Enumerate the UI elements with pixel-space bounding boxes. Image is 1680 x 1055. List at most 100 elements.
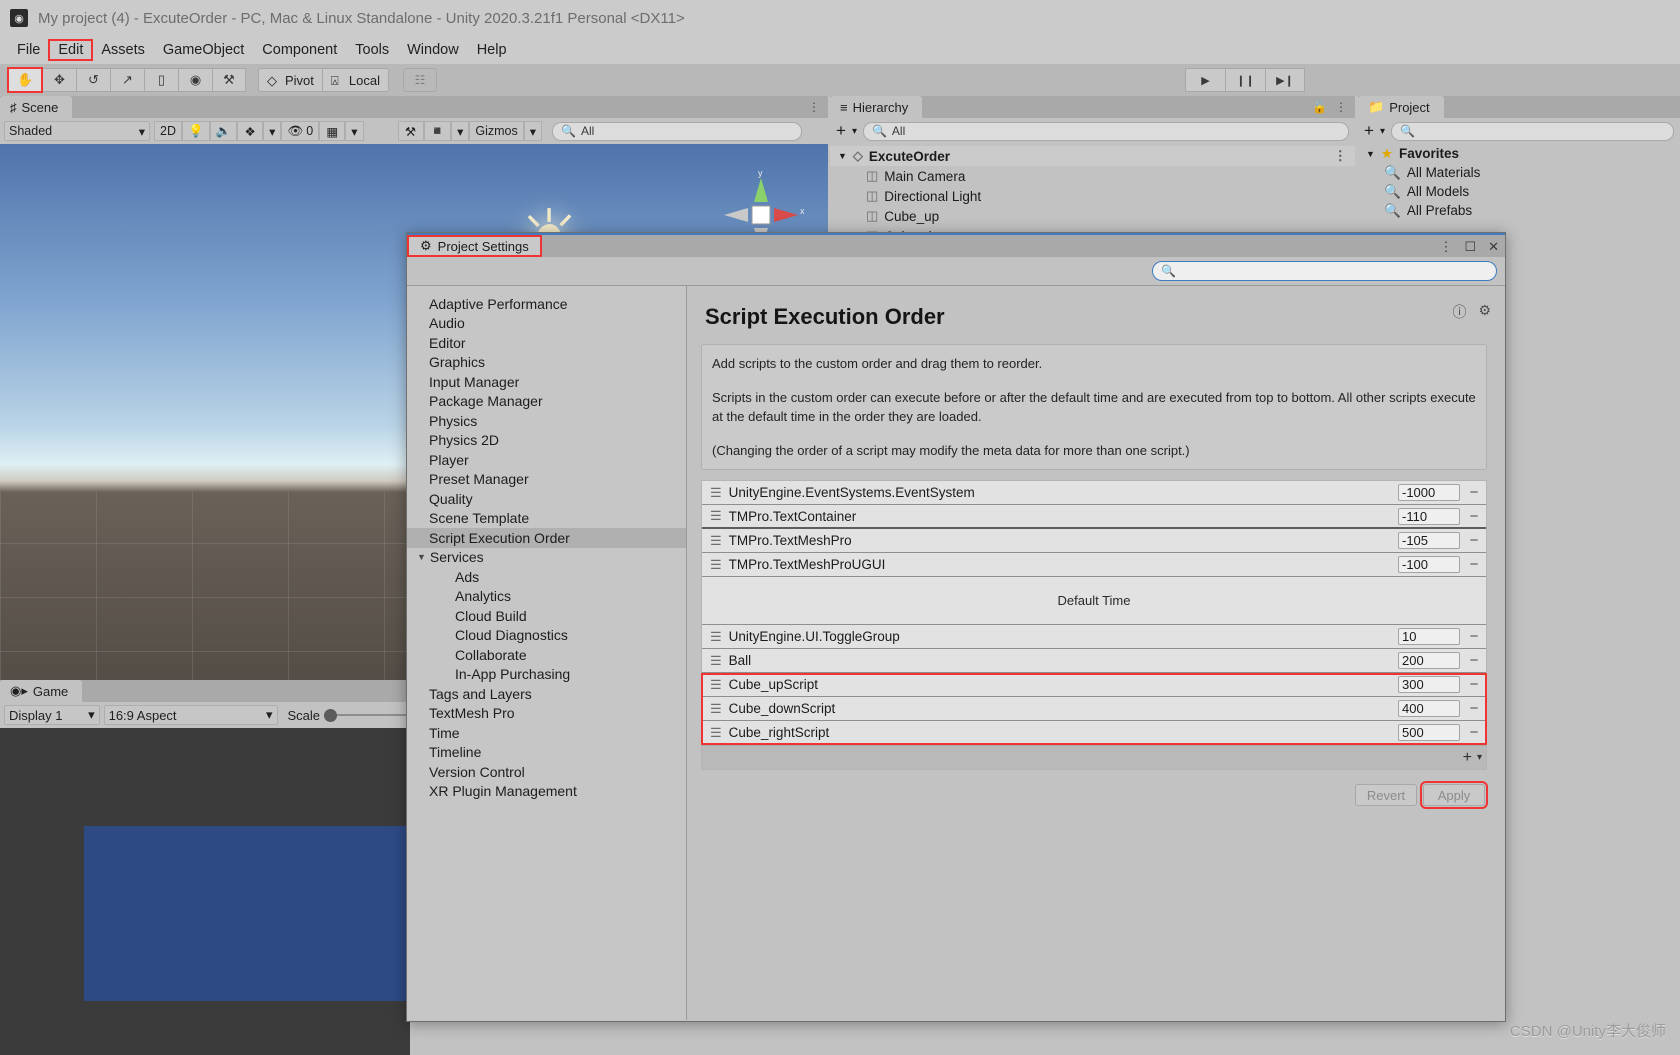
- category-ads[interactable]: Ads: [407, 567, 686, 587]
- play-button[interactable]: ▶: [1185, 68, 1225, 92]
- chevron-down-icon[interactable]: ▼: [1366, 149, 1375, 159]
- order-value-input[interactable]: -100: [1398, 556, 1460, 573]
- tab-hierarchy[interactable]: ≡ Hierarchy: [830, 96, 923, 118]
- category-physics-2d[interactable]: Physics 2D: [407, 431, 686, 451]
- gizmos-dropdown-icon[interactable]: ▾: [523, 121, 543, 141]
- category-audio[interactable]: Audio: [407, 314, 686, 334]
- camera-icon[interactable]: ◾: [423, 121, 452, 141]
- scene-search-input[interactable]: 🔍 All: [552, 121, 803, 141]
- category-cloud-build[interactable]: Cloud Build: [407, 606, 686, 626]
- order-value-input[interactable]: -105: [1398, 532, 1460, 549]
- category-time[interactable]: Time: [407, 723, 686, 743]
- revert-button[interactable]: Revert: [1355, 784, 1417, 806]
- category-script-execution-order[interactable]: Script Execution Order: [407, 528, 686, 548]
- rect-tool-icon[interactable]: ▯: [144, 68, 178, 92]
- chevron-down-icon[interactable]: ▼: [838, 151, 847, 161]
- category-textmesh-pro[interactable]: TextMesh Pro: [407, 704, 686, 724]
- lightbulb-icon[interactable]: 💡: [181, 121, 210, 141]
- hierarchy-add-button[interactable]: +: [836, 121, 846, 141]
- grid-visibility-icon[interactable]: ▦: [319, 121, 346, 141]
- step-button[interactable]: ▶❙: [1265, 68, 1305, 92]
- remove-script-icon[interactable]: −: [1466, 556, 1482, 573]
- grid-snap-icon[interactable]: ☷: [402, 68, 437, 92]
- order-value-input[interactable]: 10: [1398, 628, 1460, 645]
- drag-handle-icon[interactable]: ☰: [710, 725, 722, 741]
- settings-search-input[interactable]: 🔍: [1152, 261, 1497, 281]
- drag-handle-icon[interactable]: ☰: [710, 629, 722, 645]
- drag-handle-icon[interactable]: ☰: [710, 701, 722, 717]
- drag-handle-icon[interactable]: ☰: [710, 533, 722, 549]
- remove-script-icon[interactable]: −: [1466, 628, 1482, 645]
- remove-script-icon[interactable]: −: [1466, 508, 1482, 525]
- pivot-toggle[interactable]: ◇ Pivot: [258, 68, 322, 92]
- category-player[interactable]: Player: [407, 450, 686, 470]
- category-version-control[interactable]: Version Control: [407, 762, 686, 782]
- rotate-tool-icon[interactable]: ↺: [76, 68, 110, 92]
- category-analytics[interactable]: Analytics: [407, 587, 686, 607]
- aspect-dropdown[interactable]: 16:9 Aspect ▾: [103, 705, 278, 725]
- remove-script-icon[interactable]: −: [1466, 724, 1482, 741]
- chevron-down-icon[interactable]: ▼: [417, 552, 426, 562]
- drag-handle-icon[interactable]: ☰: [710, 557, 722, 573]
- maximize-icon[interactable]: ☐: [1464, 239, 1476, 255]
- hierarchy-item-more-icon[interactable]: ⋮: [1334, 148, 1356, 164]
- category-preset-manager[interactable]: Preset Manager: [407, 470, 686, 490]
- category-scene-template[interactable]: Scene Template: [407, 509, 686, 529]
- camera-dropdown-icon[interactable]: ▾: [451, 121, 470, 141]
- scale-tool-icon[interactable]: ↗: [110, 68, 144, 92]
- menu-assets[interactable]: Assets: [92, 40, 154, 60]
- scale-slider-thumb[interactable]: [324, 709, 338, 722]
- menu-window[interactable]: Window: [398, 40, 468, 60]
- table-row[interactable]: ☰ Cube_upScript 300 −: [702, 673, 1486, 697]
- remove-script-icon[interactable]: −: [1466, 532, 1482, 549]
- category-physics[interactable]: Physics: [407, 411, 686, 431]
- category-cloud-diagnostics[interactable]: Cloud Diagnostics: [407, 626, 686, 646]
- scene-tools-icon[interactable]: ⚒: [397, 121, 424, 141]
- project-favorites-group[interactable]: ▼ ★ Favorites: [1358, 144, 1680, 163]
- order-value-input[interactable]: -110: [1398, 507, 1460, 525]
- scene-more-options-icon[interactable]: ⋮: [808, 100, 820, 114]
- hierarchy-item-main-camera[interactable]: ◫ Main Camera: [830, 166, 1355, 186]
- order-value-input[interactable]: 400: [1398, 700, 1460, 717]
- hand-tool-icon[interactable]: ✋: [7, 67, 43, 93]
- hierarchy-item-excuteorder[interactable]: ▼ ◇ ExcuteOrder ⋮: [830, 146, 1355, 166]
- project-item-all-models[interactable]: 🔍 All Models: [1358, 182, 1680, 201]
- table-row[interactable]: ☰ TMPro.TextMeshPro -105 −: [702, 529, 1486, 553]
- pause-button[interactable]: ❙❙: [1225, 68, 1265, 92]
- project-search-input[interactable]: 🔍: [1390, 121, 1674, 141]
- category-timeline[interactable]: Timeline: [407, 743, 686, 763]
- hidden-objects-toggle[interactable]: 👁 0: [281, 121, 320, 141]
- project-add-button[interactable]: +: [1364, 121, 1374, 141]
- category-tags-and-layers[interactable]: Tags and Layers: [407, 684, 686, 704]
- game-viewport[interactable]: [0, 728, 410, 1055]
- order-value-input[interactable]: 300: [1398, 676, 1460, 693]
- move-tool-icon[interactable]: ✥: [42, 68, 76, 92]
- display-dropdown[interactable]: Display 1 ▾: [4, 705, 100, 725]
- toggle-2d-button[interactable]: 2D: [154, 121, 182, 141]
- tab-scene[interactable]: ♯ Scene: [0, 96, 73, 118]
- gear-icon[interactable]: ⚙: [1478, 302, 1491, 322]
- transform-tool-icon[interactable]: ◉: [178, 68, 212, 92]
- remove-script-icon[interactable]: −: [1466, 652, 1482, 669]
- project-item-all-prefabs[interactable]: 🔍 All Prefabs: [1358, 201, 1680, 220]
- scale-slider[interactable]: [324, 708, 415, 722]
- effects-dropdown-icon[interactable]: ▾: [263, 121, 282, 141]
- tab-game[interactable]: ◉▸ Game: [0, 680, 83, 702]
- table-row[interactable]: ☰ Cube_rightScript 500 −: [702, 721, 1486, 745]
- table-row[interactable]: ☰ UnityEngine.EventSystems.EventSystem -…: [702, 481, 1486, 505]
- hierarchy-search-input[interactable]: 🔍 All: [862, 121, 1349, 141]
- drag-handle-icon[interactable]: ☰: [710, 508, 722, 524]
- chevron-down-icon[interactable]: ▾: [852, 126, 857, 137]
- category-in-app-purchasing[interactable]: In-App Purchasing: [407, 665, 686, 685]
- table-row[interactable]: ☰ UnityEngine.UI.ToggleGroup 10 −: [702, 625, 1486, 649]
- category-adaptive-performance[interactable]: Adaptive Performance: [407, 294, 686, 314]
- category-input-manager[interactable]: Input Manager: [407, 372, 686, 392]
- drag-handle-icon[interactable]: ☰: [710, 677, 722, 693]
- drag-handle-icon[interactable]: ☰: [710, 485, 722, 501]
- tab-project-settings[interactable]: ⚙ Project Settings: [407, 235, 542, 257]
- local-toggle[interactable]: ⍓ Local: [321, 68, 389, 92]
- hierarchy-item-cube-up[interactable]: ◫ Cube_up: [830, 206, 1355, 226]
- chevron-down-icon[interactable]: ▾: [1477, 752, 1482, 763]
- order-value-input[interactable]: 200: [1398, 652, 1460, 669]
- speaker-icon[interactable]: 🔈: [209, 121, 238, 141]
